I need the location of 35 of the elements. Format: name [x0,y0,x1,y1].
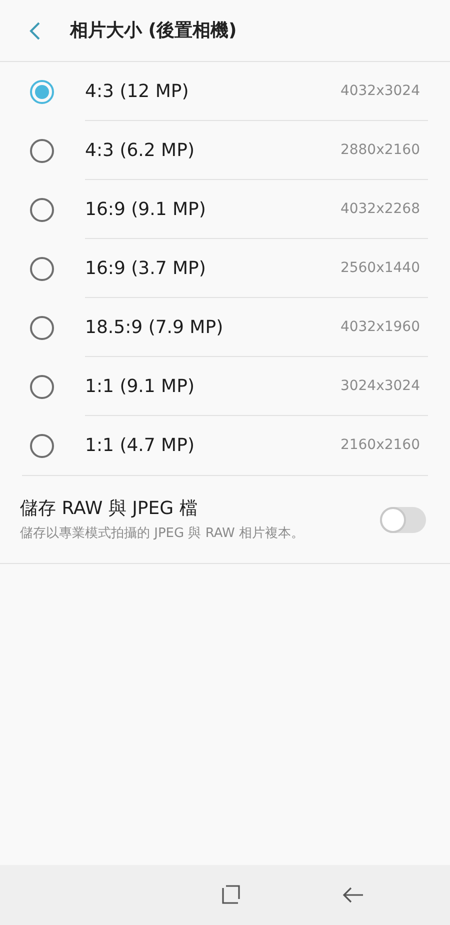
size-option[interactable]: 1:1 (4.7 MP) 2160x2160 [0,416,450,475]
radio-button[interactable] [30,256,54,280]
resolution-text: 2160x2160 [340,436,420,455]
back-arrow-icon[interactable] [342,886,364,904]
size-option[interactable]: 18.5:9 (7.9 MP) 4032x1960 [0,298,450,357]
size-option[interactable]: 16:9 (9.1 MP) 4032x2268 [0,180,450,239]
resolution-text: 4032x2268 [340,200,420,218]
radio-button[interactable] [30,198,54,222]
toggle-switch[interactable] [380,506,426,532]
radio-button[interactable] [30,434,54,458]
option-label: 1:1 (9.1 MP) [85,374,194,398]
back-icon [29,20,41,40]
option-label: 16:9 (3.7 MP) [85,256,206,280]
setting-title: 儲存 RAW 與 JPEG 檔 [20,497,198,522]
radio-button[interactable] [30,374,54,398]
option-label: 4:3 (12 MP) [85,80,189,104]
size-option[interactable]: 4:3 (6.2 MP) 2880x2160 [0,121,450,180]
screen-title: 相片大小 (後置相機) [70,19,237,43]
resolution-text: 4032x3024 [340,82,420,100]
option-label: 18.5:9 (7.9 MP) [85,316,224,340]
size-option[interactable]: 16:9 (3.7 MP) 2560x1440 [0,239,450,298]
radio-button[interactable] [30,80,54,104]
radio-button[interactable] [30,316,54,340]
setting-description: 儲存以專業模式拍攝的 JPEG 與 RAW 相片複本。 [20,525,306,544]
resolution-text: 4032x1960 [340,318,420,336]
size-option[interactable]: 1:1 (9.1 MP) 3024x3024 [0,357,450,416]
option-label: 1:1 (4.7 MP) [85,434,194,458]
option-label: 4:3 (6.2 MP) [85,138,194,162]
size-option[interactable]: 4:3 (12 MP) 4032x3024 [0,62,450,121]
resolution-text: 2560x1440 [340,258,420,278]
resolution-text: 2880x2160 [340,140,420,160]
option-label: 16:9 (9.1 MP) [85,198,206,222]
recents-icon[interactable] [220,884,242,906]
resolution-text: 3024x3024 [340,376,420,396]
radio-button[interactable] [30,138,54,162]
